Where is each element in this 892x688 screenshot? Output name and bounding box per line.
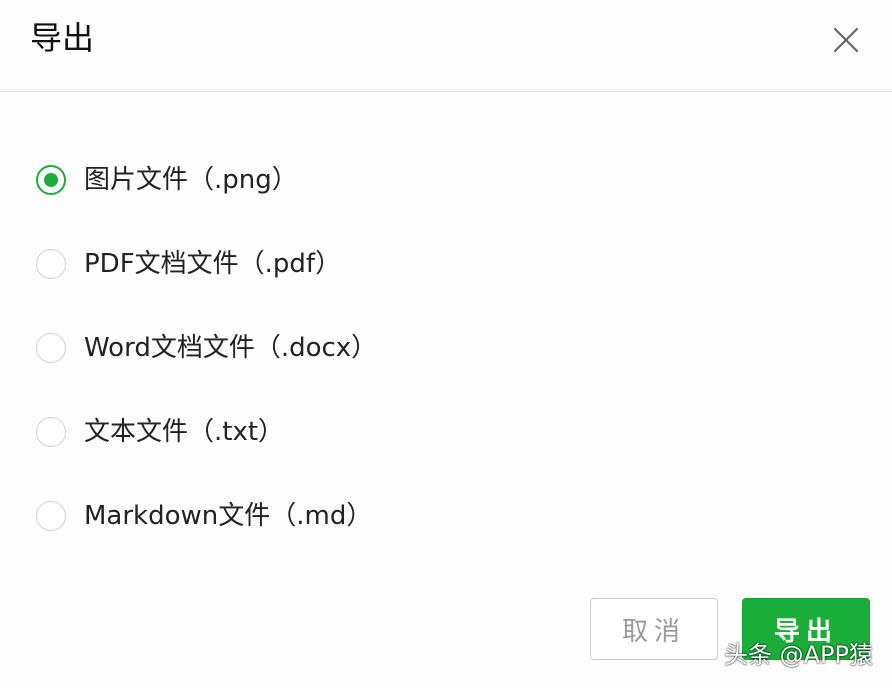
option-label: Word文档文件（.docx）: [84, 333, 378, 363]
radio-docx[interactable]: [36, 333, 66, 363]
option-md[interactable]: Markdown文件（.md）: [36, 494, 372, 538]
close-button[interactable]: [826, 20, 866, 60]
option-label: PDF文档文件（.pdf）: [84, 249, 342, 279]
radio-txt[interactable]: [36, 417, 66, 447]
close-icon: [833, 27, 859, 53]
export-dialog: 导出 图片文件（.png） PDF文档文件（.pdf） Word文档文件（.do…: [0, 0, 892, 688]
radio-pdf[interactable]: [36, 249, 66, 279]
option-docx[interactable]: Word文档文件（.docx）: [36, 326, 377, 370]
option-label: 文本文件（.txt）: [84, 417, 285, 447]
option-label: 图片文件（.png）: [84, 165, 298, 195]
option-txt[interactable]: 文本文件（.txt）: [36, 410, 284, 454]
dialog-title: 导出: [30, 19, 95, 57]
radio-md[interactable]: [36, 501, 66, 531]
export-button[interactable]: 导出: [742, 598, 870, 660]
radio-png[interactable]: [36, 165, 66, 195]
dialog-header: 导出: [0, 0, 892, 92]
option-pdf[interactable]: PDF文档文件（.pdf）: [36, 242, 341, 286]
cancel-button[interactable]: 取消: [590, 598, 718, 660]
option-png[interactable]: 图片文件（.png）: [36, 158, 298, 202]
option-label: Markdown文件（.md）: [84, 501, 373, 531]
